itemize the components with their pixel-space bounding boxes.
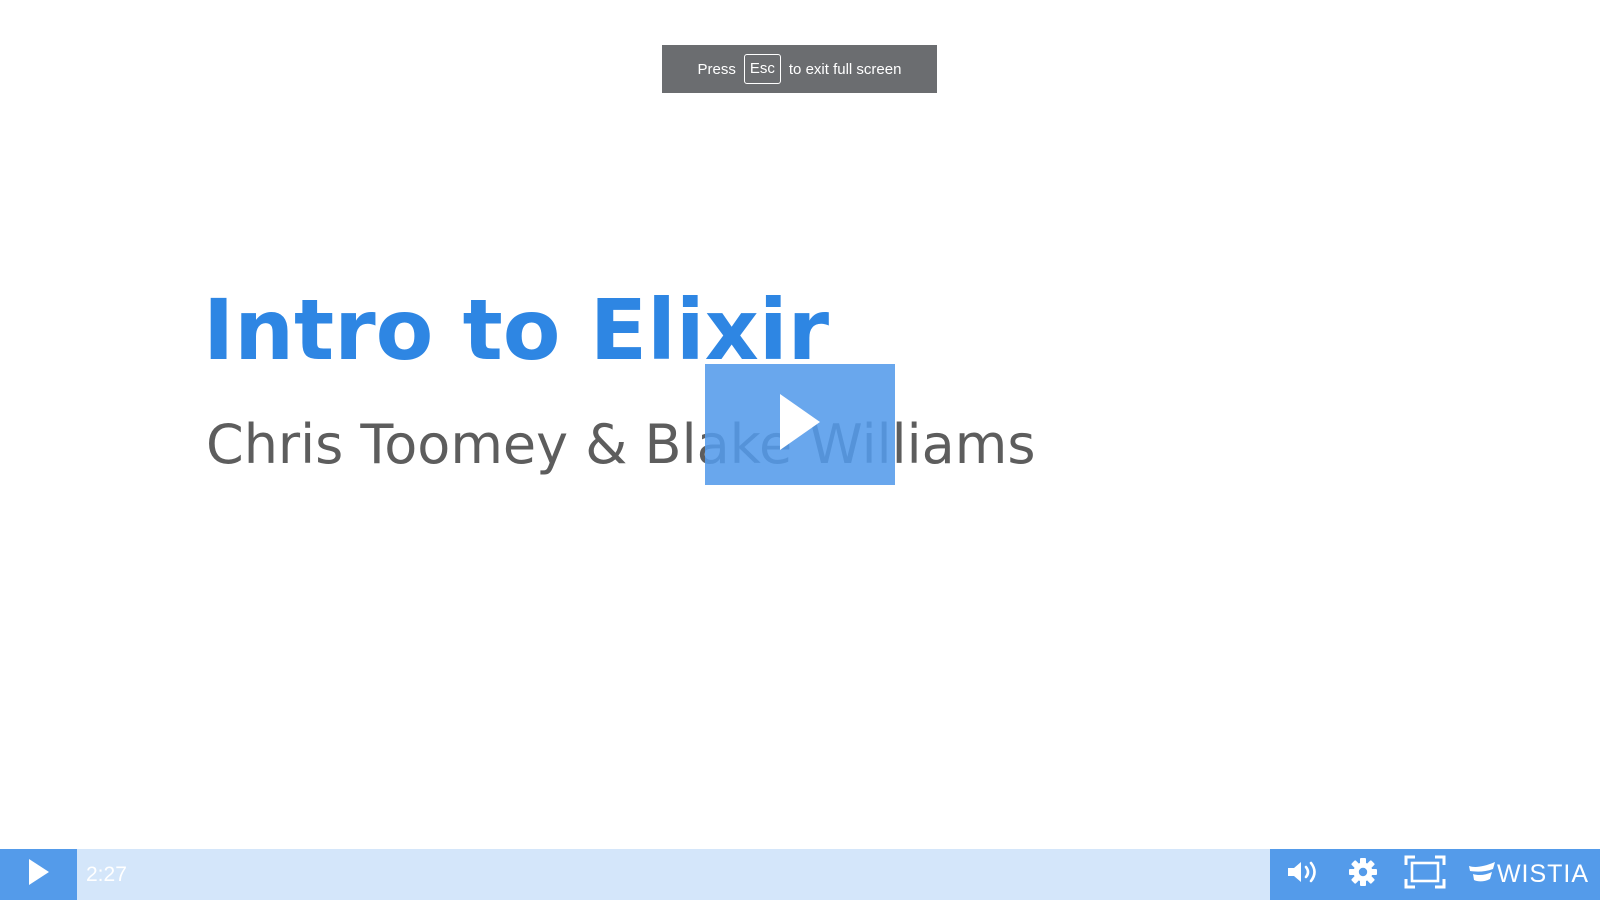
control-bar-right: WISTIA — [1270, 849, 1600, 900]
play-icon — [28, 859, 49, 890]
big-play-button[interactable] — [705, 364, 895, 485]
play-icon — [780, 394, 820, 455]
control-bar: 2:27 WISTIA — [0, 849, 1600, 900]
fullscreen-icon — [1404, 855, 1446, 894]
video-player[interactable]: Press Esc to exit full screen Intro to E… — [0, 0, 1600, 900]
fullscreen-button[interactable] — [1397, 849, 1453, 900]
fullscreen-notice: Press Esc to exit full screen — [662, 45, 937, 93]
current-time: 2:27 — [86, 863, 127, 886]
wistia-logo-text: WISTIA — [1496, 860, 1590, 888]
fullscreen-notice-suffix: to exit full screen — [788, 60, 902, 78]
settings-button[interactable] — [1338, 849, 1388, 900]
wistia-logo-link[interactable]: WISTIA — [1462, 849, 1596, 900]
gear-icon — [1348, 857, 1378, 892]
esc-key-hint: Esc — [743, 54, 781, 84]
volume-button[interactable] — [1278, 849, 1328, 900]
play-button[interactable] — [0, 849, 77, 900]
fullscreen-notice-prefix: Press — [697, 60, 736, 78]
slide-subtitle: Chris Toomey & Blake Williams — [206, 413, 1036, 476]
wistia-logo-icon — [1468, 862, 1495, 887]
volume-icon — [1286, 859, 1320, 890]
